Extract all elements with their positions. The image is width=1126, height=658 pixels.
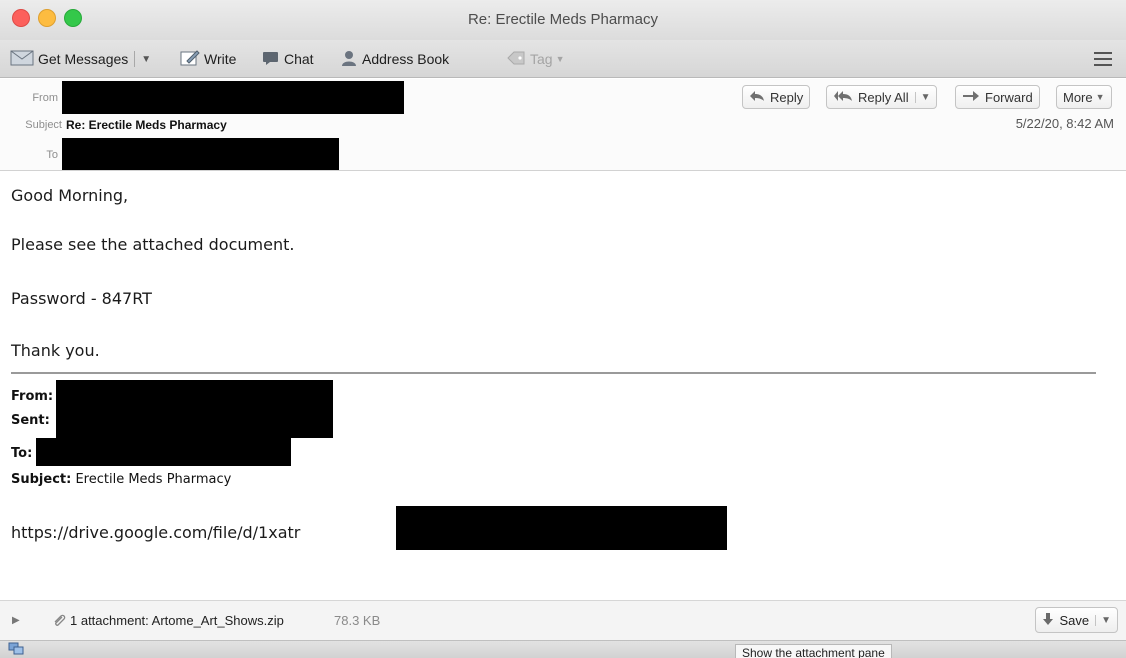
title-bar: Re: Erectile Meds Pharmacy	[0, 0, 1126, 40]
chevron-down-icon: ▼	[555, 54, 565, 64]
quoted-sent: Sent:	[11, 413, 50, 428]
reply-all-button[interactable]: Reply All ▼	[826, 85, 938, 109]
download-arrow-icon	[1042, 612, 1054, 629]
redacted-quoted-sender	[56, 380, 333, 438]
reply-all-icon	[833, 90, 853, 105]
chat-label: Chat	[284, 51, 314, 67]
forward-button[interactable]: Forward	[955, 85, 1040, 109]
menu-icon[interactable]	[1094, 52, 1112, 66]
status-bar	[0, 640, 1126, 658]
chevron-down-icon[interactable]: ▼	[141, 54, 151, 65]
quoted-to: To:	[11, 446, 32, 461]
reply-all-label: Reply All	[858, 89, 909, 105]
attachment-summary[interactable]: 1 attachment: Artome_Art_Shows.zip	[70, 613, 284, 628]
body-line-1: Please see the attached document.	[11, 235, 295, 254]
quoted-subject: Subject: Erectile Meds Pharmacy	[11, 472, 231, 487]
from-label: From	[32, 92, 58, 104]
window-title: Re: Erectile Meds Pharmacy	[467, 11, 659, 28]
paperclip-icon	[52, 613, 68, 630]
save-attachment-button[interactable]: Save ▼	[1035, 607, 1118, 633]
reply-button[interactable]: Reply	[742, 85, 811, 109]
write-button[interactable]: Write	[180, 48, 236, 70]
redacted-quoted-recipient	[36, 438, 291, 466]
reply-label: Reply	[770, 89, 804, 105]
chat-icon	[262, 50, 280, 69]
attachment-size: 78.3 KB	[334, 613, 381, 628]
attachment-bar: ▶ 1 attachment: Artome_Art_Shows.zip 78.…	[0, 600, 1126, 640]
tag-label: Tag	[530, 51, 553, 67]
envelope-icon	[10, 50, 34, 69]
forward-label: Forward	[985, 89, 1033, 105]
forward-arrow-icon	[962, 90, 980, 105]
main-toolbar: Get Messages ▼ Write Chat Address Book T…	[0, 40, 1126, 78]
attachment-pane-tooltip: Show the attachment pane	[735, 644, 892, 658]
more-button[interactable]: More ▼	[1056, 85, 1112, 109]
redacted-recipient	[62, 138, 339, 170]
redacted-sender	[62, 81, 404, 114]
quoted-subject-label: Subject:	[11, 472, 72, 487]
message-header: From Subject Re: Erectile Meds Pharmacy …	[0, 79, 1126, 171]
redacted-link	[396, 506, 727, 550]
chevron-down-icon[interactable]: ▼	[914, 91, 930, 103]
closing-line: Thank you.	[11, 341, 100, 360]
write-label: Write	[204, 51, 237, 67]
toolbar-separator	[134, 51, 136, 67]
message-date: 5/22/20, 8:42 AM	[1015, 116, 1114, 131]
subject-value: Re: Erectile Meds Pharmacy	[66, 118, 227, 132]
save-label: Save	[1059, 612, 1090, 628]
quoted-sent-label: Sent:	[11, 413, 50, 428]
tag-button[interactable]: Tag ▼	[506, 48, 565, 70]
more-label: More	[1063, 89, 1093, 105]
chat-button[interactable]: Chat	[262, 48, 314, 70]
get-messages-label: Get Messages	[38, 51, 129, 67]
chevron-down-icon[interactable]: ▼	[1095, 614, 1111, 626]
quoted-from: From:	[11, 389, 53, 404]
password-line: Password - 847RT	[11, 289, 152, 308]
chevron-down-icon: ▼	[1095, 92, 1105, 102]
expand-triangle-icon[interactable]: ▶	[12, 615, 20, 626]
pencil-icon	[180, 49, 200, 69]
tag-icon	[506, 50, 526, 69]
subject-label: Subject	[25, 119, 62, 131]
network-status-icon[interactable]	[8, 642, 24, 656]
contact-icon	[340, 49, 358, 70]
get-messages-button[interactable]: Get Messages ▼	[10, 48, 151, 70]
address-book-button[interactable]: Address Book	[340, 48, 449, 70]
drive-link[interactable]: https://drive.google.com/file/d/1xatr	[11, 523, 300, 542]
reply-arrow-icon	[749, 90, 765, 105]
quoted-to-label: To:	[11, 446, 33, 461]
to-label: To	[46, 149, 58, 161]
quote-divider	[11, 372, 1096, 374]
quoted-subject-value: Erectile Meds Pharmacy	[75, 472, 232, 487]
quoted-from-label: From:	[11, 389, 54, 404]
address-book-label: Address Book	[362, 51, 450, 67]
greeting-line: Good Morning,	[11, 186, 129, 205]
